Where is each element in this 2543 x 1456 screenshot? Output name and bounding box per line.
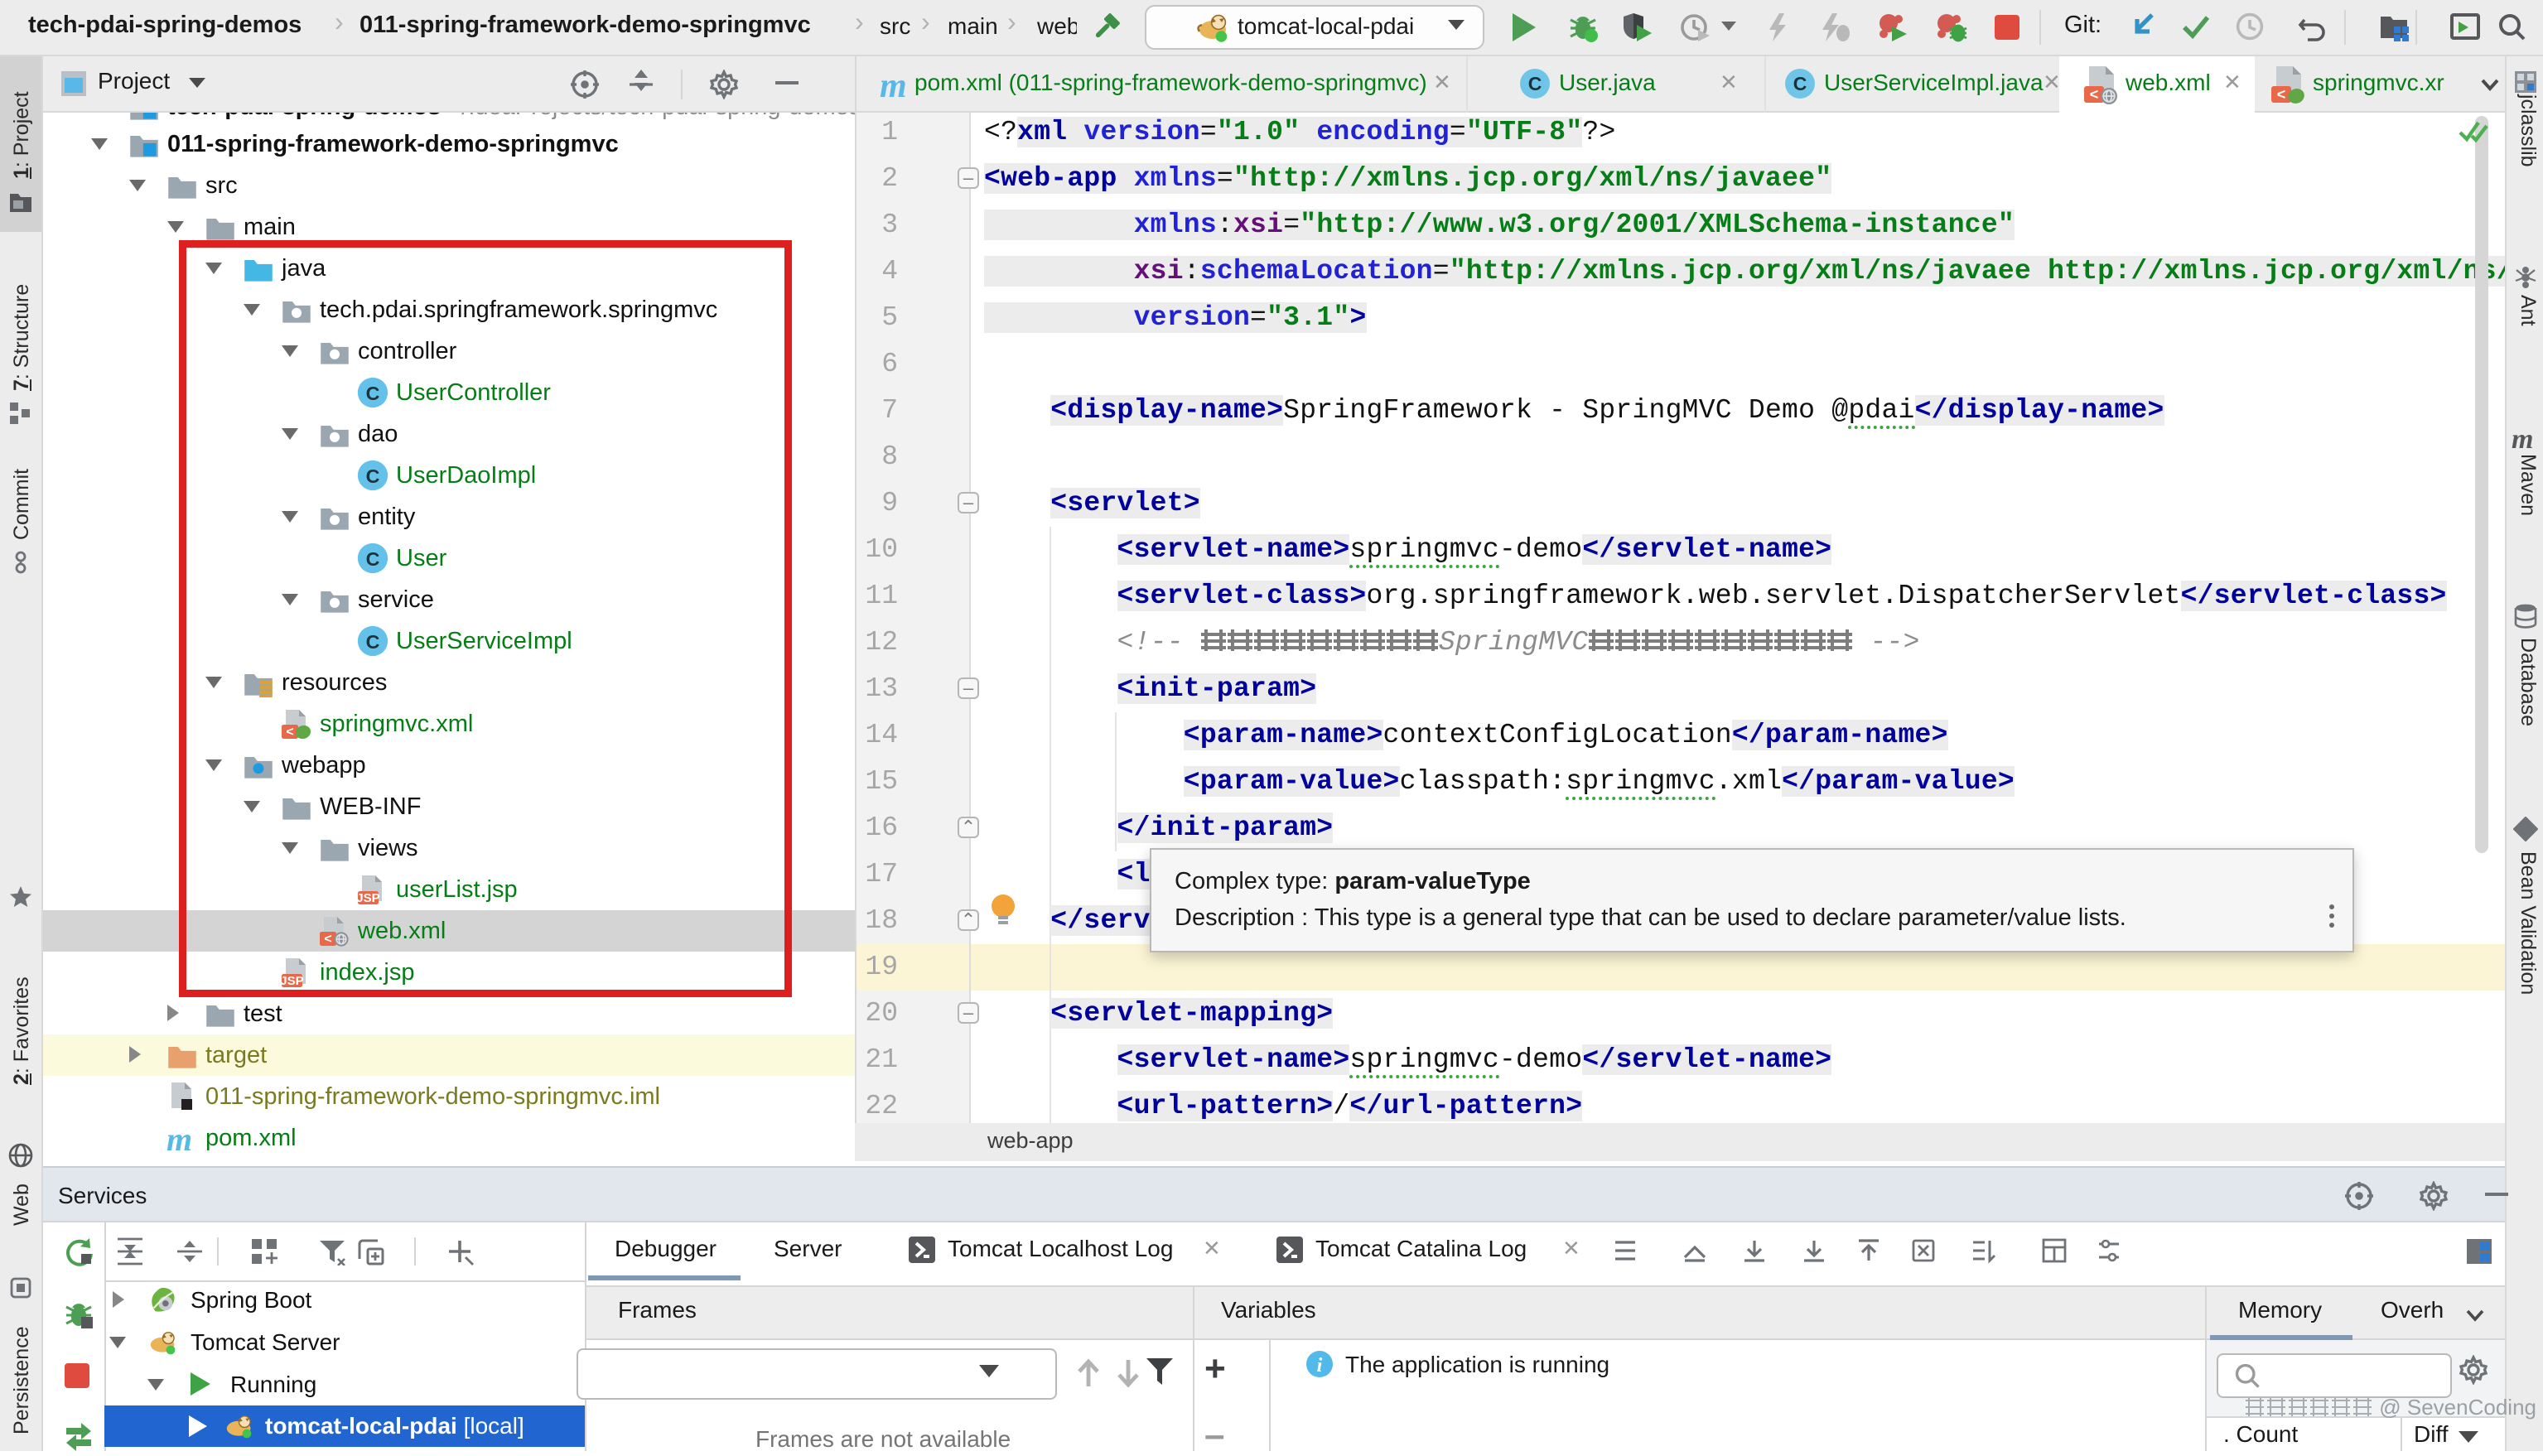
svg-text:<: < [2090,86,2099,103]
svg-text:i: i [1317,1355,1323,1376]
svg-text:<: < [2277,86,2286,103]
svg-text:C: C [1793,73,1807,94]
svg-text:C: C [1528,73,1542,94]
